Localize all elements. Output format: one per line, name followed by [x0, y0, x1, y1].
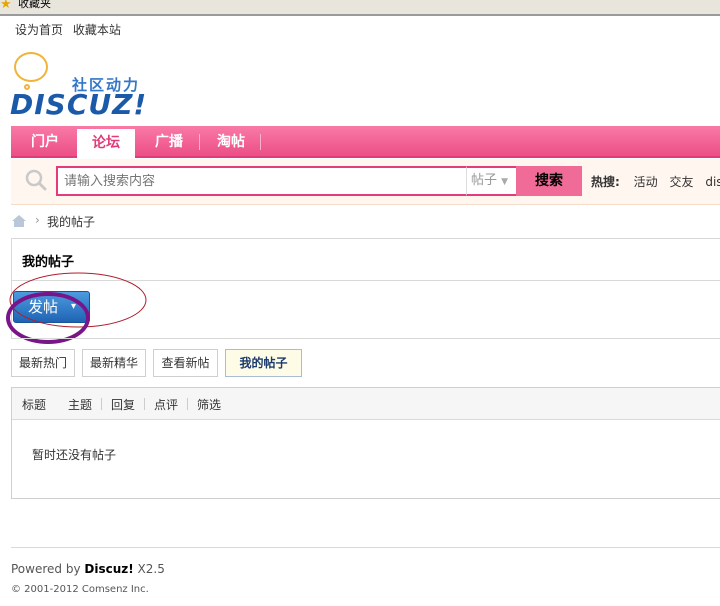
tab-new-posts[interactable]: 查看新帖 — [153, 349, 218, 377]
hot-item[interactable]: 活动 — [634, 175, 658, 189]
nav-item-portal[interactable]: 门户 — [19, 126, 71, 158]
copyright: © 2001-2012 Comsenz Inc. — [11, 584, 149, 595]
nav-separator — [260, 134, 261, 150]
footer-divider — [11, 547, 720, 548]
filter-separator — [101, 398, 102, 410]
nav-separator — [199, 134, 200, 150]
powered-version: X2.5 — [133, 562, 165, 576]
search-type-select[interactable]: 帖子 ▼ — [466, 166, 516, 196]
filter-row: 标题 主题 回复 点评 筛选 — [12, 388, 720, 420]
nav-item-broadcast[interactable]: 广播 — [141, 126, 197, 158]
logo-bubble-icon — [14, 52, 48, 82]
filter-reply[interactable]: 回复 — [111, 396, 135, 413]
filter-filter[interactable]: 筛选 — [197, 396, 221, 413]
hot-item[interactable]: 交友 — [669, 175, 693, 189]
site-logo[interactable]: 社区动力 DISCUZ! — [10, 52, 150, 124]
main-nav: 门户 论坛 广播 淘帖 — [11, 126, 720, 160]
filter-separator — [144, 398, 145, 410]
empty-message: 暂时还没有帖子 — [32, 448, 117, 462]
filter-title[interactable]: 标题 — [22, 396, 46, 413]
chevron-down-icon: ▼ — [501, 177, 509, 187]
filter-separator — [187, 398, 188, 410]
search-type-value: 帖子 — [471, 173, 498, 188]
search-input[interactable] — [56, 166, 466, 196]
nav-item-collection[interactable]: 淘帖 — [203, 126, 259, 158]
powered-by: Powered by Discuz! X2.5 — [11, 562, 165, 576]
powered-brand-link[interactable]: Discuz! — [84, 562, 133, 576]
home-icon[interactable] — [11, 214, 27, 228]
search-button[interactable]: 搜索 — [516, 166, 582, 196]
thread-list: 标题 主题 回复 点评 筛选 暂时还没有帖子 — [11, 387, 720, 499]
set-home-link[interactable]: 设为首页 — [15, 23, 63, 37]
search-bar: 帖子 ▼ 搜索 热搜: 活动 交友 dis — [11, 159, 720, 205]
powered-prefix: Powered by — [11, 562, 85, 576]
top-links: 设为首页 收藏本站 — [15, 21, 127, 38]
filter-thread[interactable]: 主题 — [68, 396, 92, 413]
favorites-label[interactable]: 收藏夹 — [18, 0, 51, 10]
panel-divider — [11, 338, 720, 339]
panel-divider — [11, 238, 720, 239]
breadcrumb-separator: › — [35, 213, 40, 227]
tab-latest-hot[interactable]: 最新热门 — [11, 349, 75, 377]
tab-latest-digest[interactable]: 最新精华 — [82, 349, 146, 377]
star-icon: ★ — [0, 0, 12, 12]
hot-item[interactable]: dis — [705, 175, 720, 189]
page-title: 我的帖子 — [22, 255, 75, 270]
filter-comment[interactable]: 点评 — [154, 396, 178, 413]
search-icon — [25, 169, 47, 191]
hot-label: 热搜: — [591, 175, 620, 189]
logo-brand: DISCUZ! — [10, 88, 148, 121]
favorites-bar: ★ 收藏夹 — [0, 0, 720, 16]
breadcrumb-current[interactable]: 我的帖子 — [47, 213, 95, 230]
bookmark-link[interactable]: 收藏本站 — [73, 23, 121, 37]
nav-item-forum[interactable]: 论坛 — [77, 129, 135, 160]
tab-my-posts[interactable]: 我的帖子 — [225, 349, 302, 377]
hot-searches: 热搜: 活动 交友 dis — [591, 173, 720, 190]
